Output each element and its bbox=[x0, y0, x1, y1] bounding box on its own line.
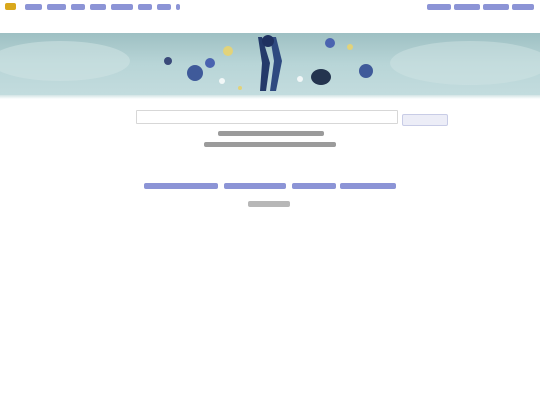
banner-dot bbox=[187, 65, 203, 81]
bottom-link[interactable] bbox=[224, 183, 286, 189]
top-nav-link[interactable] bbox=[71, 4, 85, 10]
search-input[interactable] bbox=[136, 110, 398, 124]
banner-dot bbox=[205, 58, 215, 68]
top-nav-link[interactable] bbox=[90, 4, 106, 10]
banner-dot bbox=[359, 64, 373, 78]
top-nav-link[interactable] bbox=[25, 4, 42, 10]
banner-dot bbox=[164, 57, 172, 65]
top-nav-left bbox=[25, 4, 180, 10]
banner-dot bbox=[223, 46, 233, 56]
banner-dot bbox=[325, 38, 335, 48]
banner-haze bbox=[390, 41, 540, 85]
top-nav-link[interactable] bbox=[427, 4, 451, 10]
banner-haze bbox=[0, 41, 130, 81]
caption-line bbox=[204, 142, 336, 147]
top-nav-link[interactable] bbox=[138, 4, 152, 10]
search-homepage bbox=[0, 0, 540, 405]
banner-dot bbox=[219, 78, 225, 84]
banner-illustration bbox=[0, 35, 540, 91]
top-nav-link[interactable] bbox=[454, 4, 480, 10]
banner-dot bbox=[347, 44, 353, 50]
top-nav-link[interactable] bbox=[47, 4, 66, 10]
top-nav-right bbox=[427, 4, 534, 10]
top-link-bar bbox=[0, 0, 540, 16]
banner-image bbox=[0, 33, 540, 95]
top-nav-link[interactable] bbox=[483, 4, 509, 10]
top-nav-link[interactable] bbox=[111, 4, 133, 10]
bottom-link[interactable] bbox=[292, 183, 336, 189]
banner-dot bbox=[297, 76, 303, 82]
top-nav-link[interactable] bbox=[512, 4, 534, 10]
banner-figure bbox=[262, 35, 274, 47]
top-nav-link[interactable] bbox=[176, 4, 180, 10]
bottom-link[interactable] bbox=[340, 183, 396, 189]
bottom-link[interactable] bbox=[144, 183, 218, 189]
footer-text bbox=[248, 201, 290, 207]
top-nav-link[interactable] bbox=[157, 4, 171, 10]
search-button[interactable] bbox=[402, 114, 448, 126]
caption-line bbox=[218, 131, 324, 136]
bottom-link-row bbox=[144, 183, 396, 189]
logo-icon bbox=[5, 3, 16, 10]
search-caption bbox=[196, 128, 346, 154]
banner-dot bbox=[238, 86, 242, 90]
banner-dot bbox=[311, 69, 331, 85]
banner-shadow bbox=[0, 95, 540, 99]
